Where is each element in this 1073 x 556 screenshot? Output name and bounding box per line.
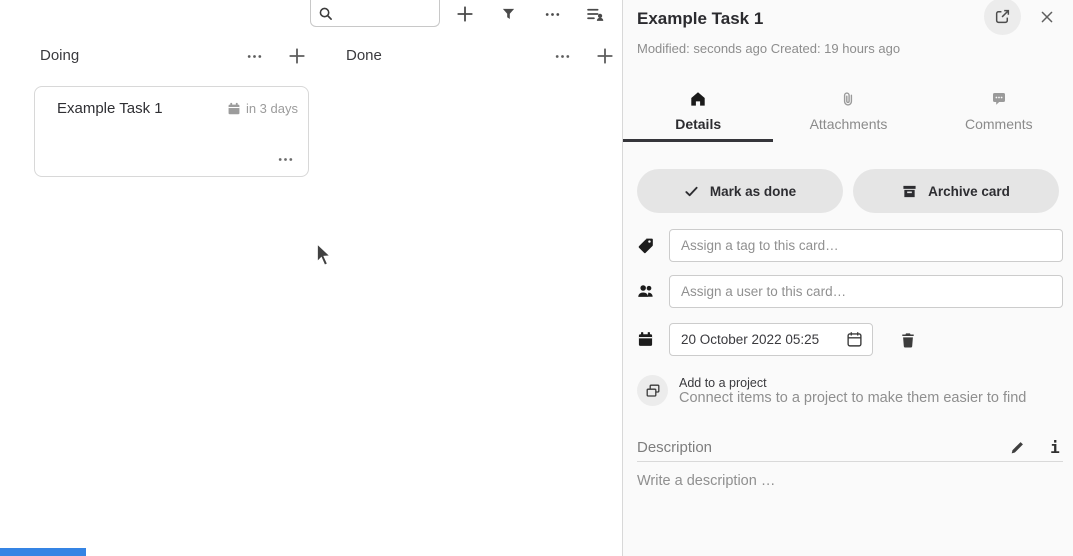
mark-as-done-label: Mark as done [710,184,796,199]
due-date-value: 20 October 2022 05:25 [681,332,819,347]
pencil-icon [1010,440,1025,455]
close-icon [1039,9,1055,25]
open-calendar-button[interactable] [846,331,863,348]
user-input[interactable] [669,275,1063,308]
description-divider [637,461,1063,462]
user-row [637,275,1063,308]
task-detail-panel: Example Task 1 Modified: seconds ago Cre… [622,0,1073,556]
app-window: Doing Done Example Task 1 in 3 days Exam… [0,0,1073,556]
tag-row [637,229,1063,262]
home-icon [690,91,706,107]
close-panel-button[interactable] [1034,4,1060,30]
card-actions: Mark as done Archive card [637,169,1059,213]
tab-details[interactable]: Details [623,84,773,142]
tag-icon [637,237,669,254]
archive-card-button[interactable]: Archive card [853,169,1059,213]
description-placeholder[interactable]: Write a description … [637,473,775,489]
search-input[interactable] [338,5,439,22]
trash-icon [900,332,916,348]
column-doing-add-button[interactable] [284,43,310,69]
column-title-done: Done [346,47,382,64]
column-title-doing: Doing [40,47,79,64]
column-doing-menu-button[interactable] [241,43,267,69]
calendar-icon [227,102,241,116]
users-icon [637,283,669,300]
due-date-row: 20 October 2022 05:25 [637,323,1063,356]
add-card-toolbar-button[interactable] [453,2,477,26]
card-due: in 3 days [227,101,298,116]
tab-details-label: Details [675,116,721,132]
mouse-cursor [313,241,335,271]
project-stack-icon [637,375,668,406]
tag-input[interactable] [669,229,1063,262]
popout-icon [994,8,1011,25]
calendar-icon [637,331,669,348]
add-to-project-title: Add to a project [679,376,1026,390]
toolbar-menu-button[interactable] [540,2,564,26]
add-to-project-subtitle: Connect items to a project to make them … [679,390,1026,406]
panel-tabs: Details Attachments Comments [623,84,1073,142]
comment-icon [991,91,1007,107]
description-info-button[interactable]: i [1043,435,1067,459]
paperclip-icon [840,91,856,107]
panel-meta: Modified: seconds ago Created: 19 hours … [637,41,900,56]
popout-button[interactable] [984,0,1021,35]
card-menu-button[interactable] [274,150,296,168]
tab-comments-label: Comments [965,116,1033,132]
info-icon: i [1050,438,1060,457]
mark-as-done-button[interactable]: Mark as done [637,169,843,213]
column-done-add-button[interactable] [592,43,618,69]
due-date-field[interactable]: 20 October 2022 05:25 [669,323,873,356]
archive-card-label: Archive card [928,184,1010,199]
search-icon [318,6,333,21]
description-label: Description [637,439,1005,456]
bottom-blue-bar [0,548,86,556]
kanban-board: Doing Done Example Task 1 in 3 days [0,0,622,556]
archive-icon [902,184,917,199]
add-to-project-row[interactable]: Add to a project Connect items to a proj… [637,375,1063,406]
calendar-outline-icon [846,331,863,348]
card-title: Example Task 1 [57,100,163,117]
assignee-list-icon[interactable] [583,2,607,26]
column-done-menu-button[interactable] [549,43,575,69]
edit-description-button[interactable] [1005,435,1029,459]
tab-attachments[interactable]: Attachments [773,84,923,142]
filter-icon[interactable] [496,2,520,26]
description-header: Description i [637,437,1067,457]
panel-title: Example Task 1 [637,9,763,29]
tab-comments[interactable]: Comments [924,84,1073,142]
search-box[interactable] [310,0,440,27]
tab-attachments-label: Attachments [810,116,888,132]
task-card[interactable]: Example Task 1 in 3 days [34,86,309,177]
check-icon [684,184,699,199]
remove-due-date-button[interactable] [897,329,919,351]
card-due-label: in 3 days [246,101,298,116]
